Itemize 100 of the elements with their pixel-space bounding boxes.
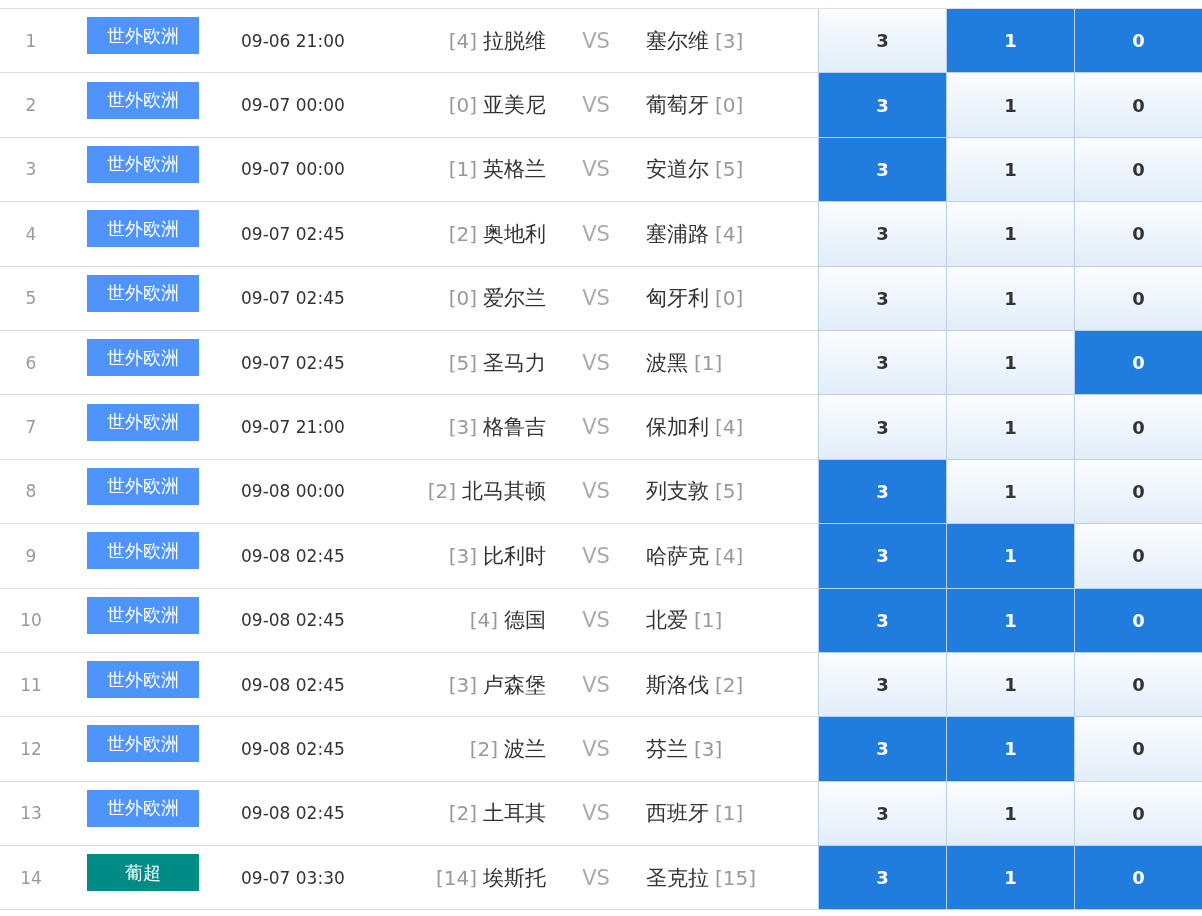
team-rank: [5] (715, 157, 744, 182)
odds-option[interactable]: 1 (946, 73, 1074, 138)
team-name: 拉脱维 (483, 27, 546, 55)
odds-option[interactable]: 1 (946, 781, 1074, 847)
odds-option[interactable]: 0 (1074, 9, 1202, 74)
odds-option[interactable]: 0 (1074, 137, 1202, 203)
vs-label: VS (582, 415, 610, 440)
odds-option[interactable]: 1 (946, 137, 1074, 203)
odds-option[interactable]: 0 (1074, 395, 1202, 460)
odds-option[interactable]: 1 (946, 202, 1074, 267)
odds-option[interactable]: 1 (946, 524, 1074, 589)
team-rank: [5] (715, 479, 744, 504)
league-tag: 世外欧洲 (87, 403, 199, 441)
odds-option[interactable]: 3 (818, 459, 946, 525)
odds-option[interactable]: 1 (946, 717, 1074, 782)
odds-option[interactable]: 1 (946, 459, 1074, 525)
team-name: 列支敦 (646, 478, 709, 506)
team-rank: [4] (715, 543, 744, 568)
odds-option[interactable]: 1 (946, 266, 1074, 331)
team-name: 芬兰 (646, 736, 688, 763)
team-rank: [3] (448, 415, 477, 440)
team-rank: [0] (448, 286, 477, 311)
team-name: 亚美尼 (483, 92, 546, 120)
odds-option[interactable]: 3 (818, 395, 946, 460)
odds-option[interactable]: 3 (818, 588, 946, 653)
row-number: 14 (20, 867, 42, 888)
team-name: 爱尔兰 (483, 285, 546, 313)
team-rank: [1] (694, 350, 723, 375)
odds-option[interactable]: 0 (1074, 459, 1202, 525)
vs-label: VS (582, 479, 610, 504)
team-rank: [4] (448, 28, 477, 53)
team-rank: [2] (715, 672, 744, 697)
league-tag: 世外欧洲 (87, 725, 199, 763)
league-tag: 世外欧洲 (87, 789, 199, 827)
team-rank: [5] (448, 350, 477, 375)
odds-option[interactable]: 0 (1074, 266, 1202, 331)
odds-option[interactable]: 1 (946, 395, 1074, 460)
match-time: 09-08 00:00 (241, 481, 346, 502)
team-name: 圣克拉 (646, 864, 709, 892)
team-rank: [4] (715, 415, 744, 440)
team-name: 埃斯托 (483, 864, 546, 892)
odds-option[interactable]: 0 (1074, 73, 1202, 138)
odds-option[interactable]: 3 (818, 9, 946, 74)
odds-option[interactable]: 0 (1074, 524, 1202, 589)
odds-option[interactable]: 0 (1074, 588, 1202, 653)
team-rank: [2] (469, 737, 498, 761)
vs-label: VS (582, 672, 610, 697)
odds-option[interactable]: 3 (818, 137, 946, 203)
odds-option[interactable]: 0 (1074, 717, 1202, 782)
team-name: 葡萄牙 (646, 92, 709, 120)
odds-option[interactable]: 3 (818, 202, 946, 267)
odds-option[interactable]: 3 (818, 73, 946, 138)
vs-label: VS (582, 350, 610, 375)
team-rank: [1] (448, 157, 477, 182)
league-tag: 世外欧洲 (87, 145, 199, 183)
odds-option[interactable]: 1 (946, 652, 1074, 718)
odds-option[interactable]: 1 (946, 9, 1074, 74)
vs-label: VS (582, 737, 610, 761)
odds-option[interactable]: 1 (946, 330, 1074, 396)
league-tag: 葡超 (87, 854, 199, 892)
team-name: 奥地利 (483, 220, 546, 248)
row-number: 2 (25, 95, 37, 116)
league-tag: 世外欧洲 (87, 532, 199, 570)
odds-option[interactable]: 3 (818, 846, 946, 911)
row-number: 4 (25, 223, 37, 244)
odds-option[interactable]: 3 (818, 652, 946, 718)
league-tag: 世外欧洲 (87, 17, 199, 55)
vs-label: VS (582, 543, 610, 568)
odds-option[interactable]: 1 (946, 846, 1074, 911)
match-time: 09-07 00:00 (241, 95, 346, 116)
league-tag: 世外欧洲 (87, 210, 199, 248)
odds-option[interactable]: 3 (818, 717, 946, 782)
team-rank: [2] (427, 479, 456, 504)
row-number: 6 (25, 352, 37, 373)
odds-option[interactable]: 3 (818, 330, 946, 396)
odds-option[interactable]: 0 (1074, 202, 1202, 267)
odds-option[interactable]: 0 (1074, 846, 1202, 911)
team-name: 英格兰 (483, 156, 546, 184)
odds-option[interactable]: 3 (818, 266, 946, 331)
team-name: 北爱 (646, 607, 688, 635)
team-rank: [4] (715, 221, 744, 246)
team-name: 土耳其 (483, 800, 546, 828)
team-rank: [2] (448, 221, 477, 246)
row-number: 13 (20, 803, 42, 824)
odds-option[interactable]: 0 (1074, 330, 1202, 396)
match-time: 09-08 02:45 (241, 803, 346, 824)
odds-option[interactable]: 1 (946, 588, 1074, 653)
team-rank: [14] (435, 865, 477, 890)
odds-option[interactable]: 3 (818, 524, 946, 589)
team-rank: [3] (694, 737, 723, 761)
odds-option[interactable]: 0 (1074, 781, 1202, 847)
match-time: 09-08 02:45 (241, 674, 346, 695)
team-name: 卢森堡 (483, 671, 546, 699)
match-time: 09-07 00:00 (241, 159, 346, 180)
odds-option[interactable]: 0 (1074, 652, 1202, 718)
odds-option[interactable]: 3 (818, 781, 946, 847)
row-number: 12 (20, 739, 42, 759)
team-name: 斯洛伐 (646, 671, 709, 699)
vs-label: VS (582, 221, 610, 246)
team-name: 保加利 (646, 414, 709, 442)
